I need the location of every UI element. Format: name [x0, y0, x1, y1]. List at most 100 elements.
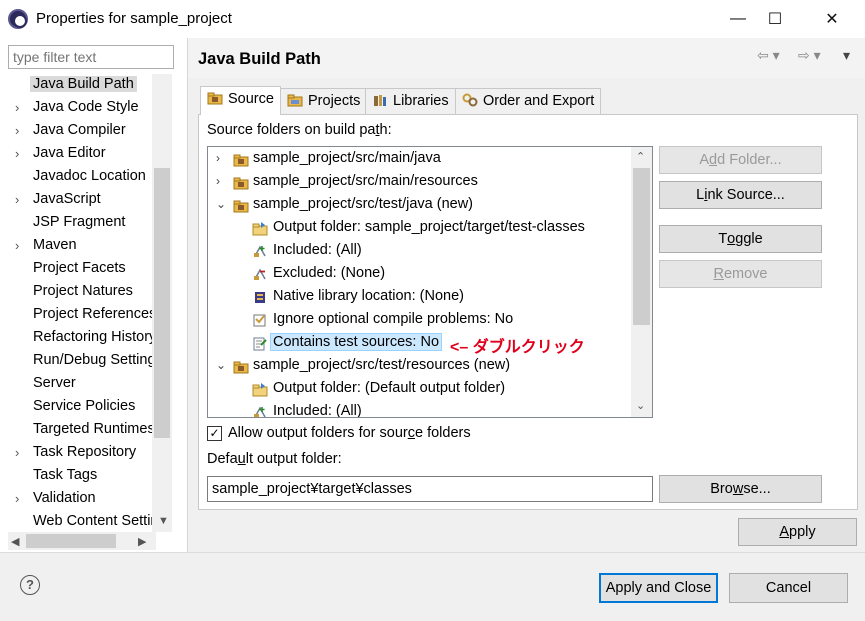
chevron-right-icon[interactable]: › — [15, 445, 27, 460]
nav-item-label: JavaScript — [33, 191, 101, 207]
chevron-right-icon[interactable]: › — [15, 192, 27, 207]
source-tree-label: Excluded: (None) — [273, 265, 386, 281]
allow-output-folders-label[interactable]: Allow output folders for source folders — [228, 425, 471, 441]
included-icon — [252, 244, 268, 259]
nav-item[interactable]: › Java Compiler — [8, 120, 166, 143]
nav-item[interactable]: Project Natures — [8, 281, 166, 304]
nav-item-label: Run/Debug Settings — [33, 352, 163, 368]
chevron-down-icon[interactable]: ⌄ — [216, 358, 226, 372]
nav-item-label: Java Build Path — [30, 76, 137, 92]
nav-item[interactable]: Run/Debug Settings — [8, 350, 166, 373]
source-tree-label: Contains test sources: No — [270, 333, 443, 351]
allow-output-folders-checkbox[interactable]: ✓ — [207, 426, 222, 441]
source-attribute-row[interactable]: Ignore optional compile problems: No — [208, 309, 648, 332]
window-title: Properties for sample_project — [36, 10, 232, 27]
apply-and-close-button[interactable]: Apply and Close — [599, 573, 718, 603]
source-tree-label: Included: (All) — [273, 242, 362, 258]
maximize-button[interactable]: ☐ — [752, 4, 798, 34]
nav-item[interactable]: Task Tags — [8, 465, 166, 488]
source-attribute-row[interactable]: Included: (All) — [208, 401, 648, 418]
chevron-right-icon[interactable]: › — [15, 123, 27, 138]
preferences-nav-tree: Java Build Path › Java Code Style › Java Com… — [8, 74, 174, 532]
nav-item[interactable]: Service Policies — [8, 396, 166, 419]
browse-button[interactable]: Bro w se... — [659, 475, 822, 503]
nav-item[interactable]: › Maven — [8, 235, 166, 258]
nav-scroll-right-arrow[interactable]: ▶ — [138, 535, 146, 548]
nav-scroll-down-arrow[interactable]: ▼ — [158, 515, 169, 527]
nav-item[interactable]: Project Facets — [8, 258, 166, 281]
excluded-icon — [252, 267, 268, 282]
nav-item[interactable]: Web Content Settings — [8, 511, 166, 532]
forward-arrow-icon[interactable]: ⇨ ▾ — [798, 47, 821, 64]
chevron-down-icon[interactable]: ⌄ — [216, 197, 226, 211]
source-folders-tree[interactable]: › sample_project/src/main/java › sample_pro… — [207, 146, 653, 418]
back-arrow-icon[interactable]: ⇦ ▾ — [757, 47, 780, 64]
chevron-right-icon[interactable]: › — [15, 491, 27, 506]
eclipse-app-icon — [8, 9, 28, 29]
nav-item[interactable]: Refactoring History — [8, 327, 166, 350]
nav-scroll-left-arrow[interactable]: ◀ — [11, 535, 19, 548]
chevron-right-icon[interactable]: › — [15, 238, 27, 253]
nav-hscroll-thumb[interactable] — [26, 534, 116, 548]
tab-projects[interactable]: Projects — [280, 88, 368, 114]
source-folder-row[interactable]: ⌄ sample_project/src/test/java (new) — [208, 194, 648, 217]
remove-button[interactable]: Remove — [659, 260, 822, 288]
chevron-right-icon[interactable]: › — [15, 146, 27, 161]
source-folder-row[interactable]: › sample_project/src/main/resources — [208, 171, 648, 194]
nav-scroll-thumb[interactable] — [154, 168, 170, 438]
apply-button[interactable]: Apply — [738, 518, 857, 546]
source-folder-row[interactable]: › sample_project/src/main/java — [208, 148, 648, 171]
tab-libraries[interactable]: Libraries — [365, 88, 456, 114]
link-source-button[interactable]: Li nk Source... — [659, 181, 822, 209]
source-tree-label: Included: (All) — [273, 403, 362, 418]
menu-dropdown-icon[interactable]: ▾ — [843, 47, 850, 64]
nav-item[interactable]: Project References — [8, 304, 166, 327]
nav-item[interactable]: Targeted Runtimes — [8, 419, 166, 442]
annotation-double-click: <– ダブルクリック — [450, 339, 585, 356]
nav-item[interactable]: › Validation — [8, 488, 166, 511]
nav-item-label: Targeted Runtimes — [33, 421, 155, 437]
nav-item-label: Refactoring History — [33, 329, 157, 345]
nav-item-label: JSP Fragment — [33, 214, 126, 230]
source-folder-row[interactable]: ⌄ sample_project/src/test/resources (new) — [208, 355, 648, 378]
close-button[interactable]: ✕ — [809, 4, 855, 34]
source-attribute-row[interactable]: Excluded: (None) — [208, 263, 648, 286]
source-scroll-thumb[interactable] — [633, 168, 650, 325]
add-folder-button[interactable]: Add Folder... — [659, 146, 822, 174]
nav-item[interactable]: Java Build Path — [8, 74, 166, 97]
projects-icon — [287, 93, 303, 107]
cancel-button[interactable]: Cancel — [729, 573, 848, 603]
nav-item[interactable]: › Java Editor — [8, 143, 166, 166]
chevron-right-icon[interactable]: › — [216, 151, 220, 165]
help-icon[interactable]: ? — [20, 575, 40, 595]
chevron-right-icon[interactable]: › — [15, 100, 27, 115]
source-tree-label: sample_project/src/test/resources (new) — [253, 357, 511, 373]
default-output-folder-label: Default output folder: — [207, 451, 342, 467]
source-folder-icon — [207, 91, 223, 105]
nav-item-label: Validation — [33, 490, 96, 506]
source-attribute-row[interactable]: Native library location: (None) — [208, 286, 648, 309]
default-output-folder-input[interactable] — [207, 476, 653, 502]
filter-input[interactable] — [8, 45, 174, 69]
source-attribute-row[interactable]: Output folder: (Default output folder) — [208, 378, 648, 401]
nav-item[interactable]: › Java Code Style — [8, 97, 166, 120]
source-attribute-row[interactable]: Included: (All) — [208, 240, 648, 263]
source-tree-label: sample_project/src/main/java — [253, 150, 441, 166]
nav-item[interactable]: Server — [8, 373, 166, 396]
nav-item[interactable]: Javadoc Location — [8, 166, 166, 189]
chevron-right-icon[interactable]: › — [216, 174, 220, 188]
nav-item-label: Java Compiler — [33, 122, 126, 138]
nav-item-label: Maven — [33, 237, 77, 253]
tab-order-and-export[interactable]: Order and Export — [455, 88, 602, 114]
order-export-icon — [462, 93, 478, 107]
source-scroll-down-arrow[interactable]: ⌄ — [636, 399, 645, 412]
nav-item[interactable]: JSP Fragment — [8, 212, 166, 235]
tab-source[interactable]: Source — [200, 86, 281, 115]
source-attribute-row[interactable]: Output folder: sample_project/target/tes… — [208, 217, 648, 240]
source-scroll-up-arrow[interactable]: ⌃ — [636, 150, 645, 163]
source-tree-label: sample_project/src/test/java (new) — [253, 196, 473, 212]
nav-item[interactable]: › Task Repository — [8, 442, 166, 465]
nav-item[interactable]: › JavaScript — [8, 189, 166, 212]
nav-item-label: Task Repository — [33, 444, 137, 460]
toggle-button[interactable]: To ggle — [659, 225, 822, 253]
